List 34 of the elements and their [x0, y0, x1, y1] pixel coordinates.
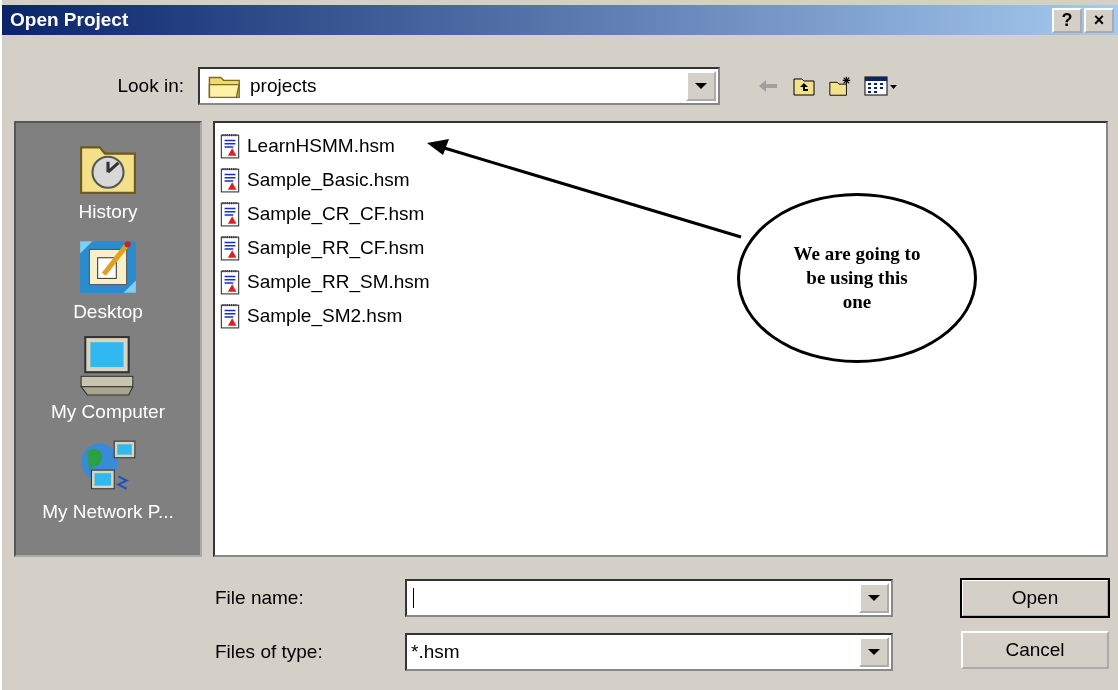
help-button[interactable]: ?	[1052, 7, 1082, 33]
document-icon	[219, 167, 241, 193]
window-title: Open Project	[10, 9, 129, 31]
file-name[interactable]: Sample_RR_SM.hsm	[247, 271, 430, 293]
document-icon	[219, 201, 241, 227]
file-name[interactable]: LearnHSMM.hsm	[247, 135, 395, 157]
cancel-button[interactable]: Cancel	[961, 631, 1109, 669]
close-button[interactable]: ×	[1084, 7, 1114, 33]
new-folder-icon[interactable]	[828, 74, 852, 98]
document-icon	[219, 303, 241, 329]
file-name-field[interactable]	[405, 579, 893, 617]
look-in-dropdown[interactable]: projects	[198, 67, 720, 105]
document-icon	[219, 133, 241, 159]
document-icon	[219, 235, 241, 261]
place-label[interactable]: My Network P...	[42, 501, 174, 523]
file-name-label: File name:	[215, 587, 305, 609]
callout-text: We are going to be using this one	[793, 242, 921, 314]
file-type-label: Files of type:	[215, 641, 324, 663]
place-label[interactable]: History	[78, 201, 138, 223]
look-in-label: Look in:	[116, 75, 185, 97]
caret-icon	[868, 595, 880, 601]
file-type-dropdown[interactable]: *.hsm	[405, 633, 893, 671]
file-name[interactable]: Sample_SM2.hsm	[247, 305, 403, 327]
place-label[interactable]: Desktop	[73, 301, 143, 323]
file-name[interactable]: Sample_CR_CF.hsm	[247, 203, 425, 225]
view-menu-icon[interactable]	[864, 74, 898, 98]
document-icon	[219, 269, 241, 295]
caret-icon	[695, 83, 707, 89]
open-button[interactable]: Open	[961, 579, 1109, 617]
file-name[interactable]: Sample_RR_CF.hsm	[247, 237, 425, 259]
file-name[interactable]: Sample_Basic.hsm	[247, 169, 410, 191]
text-cursor	[413, 588, 414, 608]
place-label[interactable]: My Computer	[51, 401, 165, 423]
caret-icon	[868, 649, 880, 655]
